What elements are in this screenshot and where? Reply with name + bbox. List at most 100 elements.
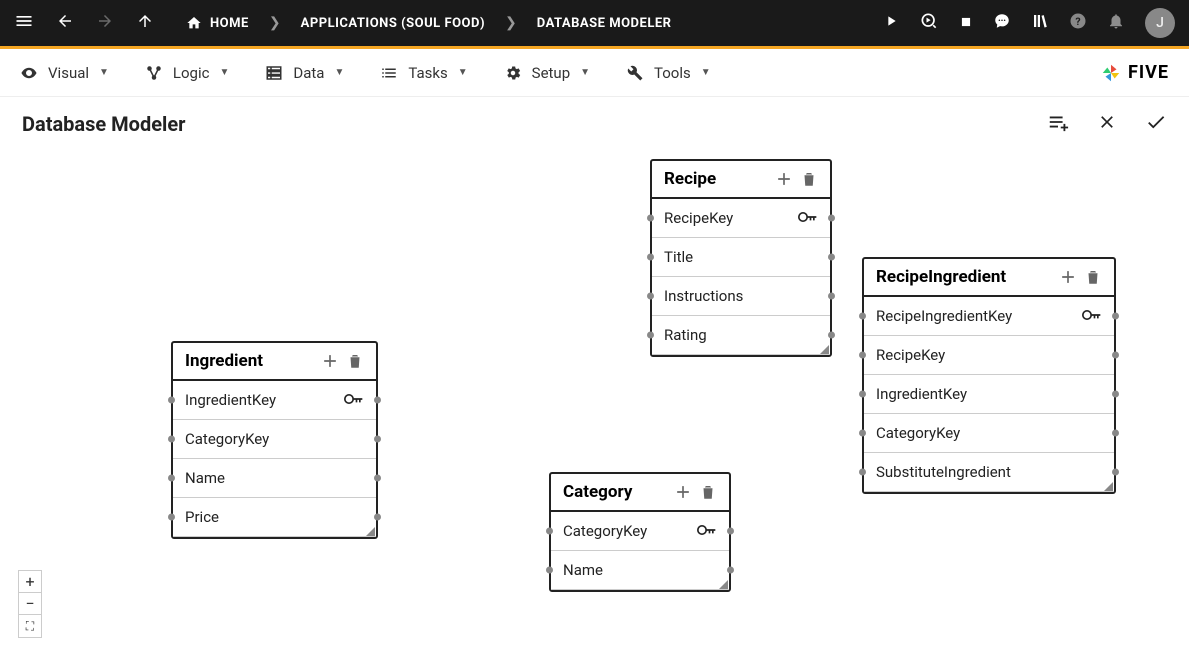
close-icon[interactable] [1097, 112, 1117, 136]
port-left[interactable] [546, 528, 553, 535]
bell-icon[interactable] [1107, 12, 1125, 34]
field-row[interactable]: CategoryKey [551, 512, 729, 551]
port-left[interactable] [859, 391, 866, 398]
breadcrumb-home-label: HOME [210, 16, 249, 31]
port-right[interactable] [1112, 391, 1119, 398]
title-row: Database Modeler [0, 97, 1189, 151]
resize-handle[interactable] [365, 526, 375, 536]
port-left[interactable] [647, 293, 654, 300]
port-right[interactable] [828, 215, 835, 222]
delete-icon[interactable] [1084, 268, 1102, 286]
caret-down-icon: ▼ [219, 67, 229, 78]
add-field-icon[interactable] [1058, 267, 1078, 287]
stop-icon[interactable] [959, 14, 973, 33]
resize-handle[interactable] [718, 579, 728, 589]
zoom-out-button[interactable]: − [19, 593, 41, 615]
entity-recipe-ingredient[interactable]: RecipeIngredient RecipeIngredientKey Rec… [862, 257, 1116, 494]
port-right[interactable] [727, 567, 734, 574]
resize-handle[interactable] [819, 344, 829, 354]
port-right[interactable] [1112, 430, 1119, 437]
port-left[interactable] [168, 514, 175, 521]
zoom-in-button[interactable]: + [19, 571, 41, 593]
breadcrumb-home[interactable]: HOME [186, 15, 249, 31]
add-field-icon[interactable] [673, 482, 693, 502]
port-left[interactable] [859, 352, 866, 359]
model-canvas[interactable]: Ingredient IngredientKey CategoryKey Nam… [0, 151, 1189, 646]
chat-icon[interactable] [993, 12, 1011, 34]
play-icon[interactable] [883, 13, 899, 33]
port-right[interactable] [374, 475, 381, 482]
port-left[interactable] [546, 567, 553, 574]
breadcrumb-applications[interactable]: APPLICATIONS (SOUL FOOD) [301, 16, 485, 31]
field-row[interactable]: CategoryKey [173, 420, 376, 459]
port-right[interactable] [374, 514, 381, 521]
port-right[interactable] [1112, 313, 1119, 320]
port-right[interactable] [727, 528, 734, 535]
entity-ingredient[interactable]: Ingredient IngredientKey CategoryKey Nam… [171, 341, 378, 539]
field-row[interactable]: CategoryKey [864, 414, 1114, 453]
add-field-icon[interactable] [774, 169, 794, 189]
hamburger-icon[interactable] [14, 11, 34, 35]
breadcrumb-current: DATABASE MODELER [537, 16, 672, 31]
port-right[interactable] [828, 332, 835, 339]
port-left[interactable] [647, 332, 654, 339]
entity-header[interactable]: Recipe [652, 161, 830, 199]
field-row[interactable]: RecipeKey [652, 199, 830, 238]
help-icon[interactable]: ? [1069, 12, 1087, 34]
field-row[interactable]: RecipeIngredientKey [864, 297, 1114, 336]
svg-text:?: ? [1075, 15, 1080, 28]
port-left[interactable] [859, 430, 866, 437]
field-row[interactable]: Name [173, 459, 376, 498]
breadcrumb: HOME ❯ APPLICATIONS (SOUL FOOD) ❯ DATABA… [186, 15, 672, 31]
delete-icon[interactable] [346, 352, 364, 370]
search-play-icon[interactable] [919, 11, 939, 35]
forward-arrow-icon [96, 12, 114, 34]
port-right[interactable] [374, 397, 381, 404]
add-field-icon[interactable] [320, 351, 340, 371]
field-row[interactable]: Title [652, 238, 830, 277]
library-icon[interactable] [1031, 12, 1049, 34]
entity-header[interactable]: Ingredient [173, 343, 376, 381]
tool-tools[interactable]: Tools▼ [626, 64, 711, 82]
tool-setup[interactable]: Setup▼ [504, 64, 590, 82]
field-row[interactable]: Name [551, 551, 729, 590]
back-arrow-icon[interactable] [56, 12, 74, 34]
entity-header[interactable]: Category [551, 474, 729, 512]
entity-category[interactable]: Category CategoryKey Name [549, 472, 731, 592]
up-arrow-icon[interactable] [136, 12, 154, 34]
port-right[interactable] [374, 436, 381, 443]
entity-recipe[interactable]: Recipe RecipeKey Title Instructions Rati… [650, 159, 832, 357]
entity-header[interactable]: RecipeIngredient [864, 259, 1114, 297]
field-row[interactable]: Price [173, 498, 376, 537]
field-row[interactable]: Instructions [652, 277, 830, 316]
entity-title: RecipeIngredient [876, 267, 1052, 287]
check-icon[interactable] [1145, 111, 1167, 137]
port-left[interactable] [859, 469, 866, 476]
field-row[interactable]: IngredientKey [173, 381, 376, 420]
field-row[interactable]: RecipeKey [864, 336, 1114, 375]
caret-down-icon: ▼ [701, 67, 711, 78]
avatar[interactable]: J [1145, 8, 1175, 38]
tool-data[interactable]: Data▼ [265, 64, 344, 82]
delete-icon[interactable] [800, 170, 818, 188]
fullscreen-button[interactable]: ⛶ [19, 615, 41, 637]
port-left[interactable] [647, 254, 654, 261]
field-row[interactable]: IngredientKey [864, 375, 1114, 414]
delete-icon[interactable] [699, 483, 717, 501]
tool-visual[interactable]: Visual▼ [20, 64, 109, 82]
field-row[interactable]: Rating [652, 316, 830, 355]
resize-handle[interactable] [1103, 481, 1113, 491]
port-left[interactable] [859, 313, 866, 320]
port-left[interactable] [647, 215, 654, 222]
port-right[interactable] [828, 254, 835, 261]
port-right[interactable] [1112, 352, 1119, 359]
port-left[interactable] [168, 397, 175, 404]
port-left[interactable] [168, 475, 175, 482]
tool-tasks[interactable]: Tasks▼ [380, 64, 467, 82]
port-right[interactable] [828, 293, 835, 300]
field-row[interactable]: SubstituteIngredient [864, 453, 1114, 492]
port-right[interactable] [1112, 469, 1119, 476]
add-list-icon[interactable] [1047, 111, 1069, 137]
tool-logic[interactable]: Logic▼ [145, 64, 229, 82]
port-left[interactable] [168, 436, 175, 443]
